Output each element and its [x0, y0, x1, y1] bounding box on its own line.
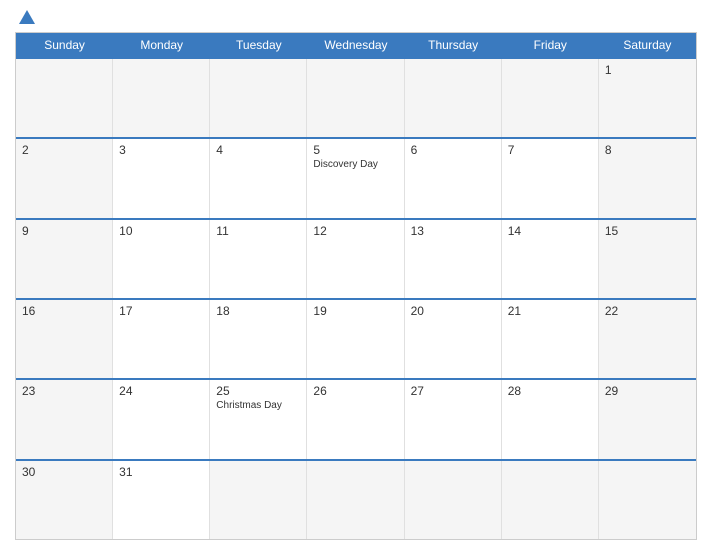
logo: [15, 10, 35, 24]
calendar-cell: 23: [16, 380, 113, 458]
calendar-body: 12345Discovery Day6789101112131415161718…: [16, 57, 696, 539]
calendar-cell: 31: [113, 461, 210, 539]
calendar-cell: 30: [16, 461, 113, 539]
calendar-cell: 26: [307, 380, 404, 458]
calendar-cell: [16, 59, 113, 137]
calendar: SundayMondayTuesdayWednesdayThursdayFrid…: [15, 32, 697, 540]
day-number: 9: [22, 224, 106, 238]
calendar-cell: 9: [16, 220, 113, 298]
header-day-sunday: Sunday: [16, 33, 113, 57]
calendar-cell: [113, 59, 210, 137]
page: SundayMondayTuesdayWednesdayThursdayFrid…: [0, 0, 712, 550]
calendar-cell: 17: [113, 300, 210, 378]
day-number: 13: [411, 224, 495, 238]
day-number: 30: [22, 465, 106, 479]
calendar-cell: 8: [599, 139, 696, 217]
calendar-week-4: 16 17 18 19 20 21 22: [16, 298, 696, 378]
day-number: 20: [411, 304, 495, 318]
day-number: 12: [313, 224, 397, 238]
calendar-cell: 1: [599, 59, 696, 137]
calendar-cell: [405, 461, 502, 539]
calendar-cell: 27: [405, 380, 502, 458]
day-number: 19: [313, 304, 397, 318]
day-number: 17: [119, 304, 203, 318]
calendar-cell: 14: [502, 220, 599, 298]
day-number: 27: [411, 384, 495, 398]
holiday-label: Discovery Day: [313, 159, 397, 170]
calendar-week-2: 2345 Discovery Day 678: [16, 137, 696, 217]
day-number: 8: [605, 143, 690, 157]
calendar-cell: 13: [405, 220, 502, 298]
day-number: 10: [119, 224, 203, 238]
calendar-cell: 19: [307, 300, 404, 378]
day-number: 21: [508, 304, 592, 318]
header-day-tuesday: Tuesday: [210, 33, 307, 57]
calendar-cell: [210, 59, 307, 137]
day-number: 29: [605, 384, 690, 398]
day-number: 14: [508, 224, 592, 238]
day-number: 4: [216, 143, 300, 157]
calendar-cell: 6: [405, 139, 502, 217]
logo-blue: [15, 10, 35, 24]
calendar-cell: 12: [307, 220, 404, 298]
calendar-week-3: 9 10 11 12 13 14 15: [16, 218, 696, 298]
calendar-cell: 20: [405, 300, 502, 378]
day-number: 28: [508, 384, 592, 398]
day-number: 11: [216, 224, 300, 238]
logo-triangle-icon: [19, 10, 35, 24]
calendar-cell: 5 Discovery Day: [307, 139, 404, 217]
calendar-cell: 10: [113, 220, 210, 298]
calendar-cell: 18: [210, 300, 307, 378]
day-number: 24: [119, 384, 203, 398]
day-number: 22: [605, 304, 690, 318]
day-number: 23: [22, 384, 106, 398]
calendar-cell: [599, 461, 696, 539]
calendar-cell: 29: [599, 380, 696, 458]
calendar-header: SundayMondayTuesdayWednesdayThursdayFrid…: [16, 33, 696, 57]
calendar-cell: 16: [16, 300, 113, 378]
calendar-week-5: 23 24 25 Christmas Day 26 27 28 29: [16, 378, 696, 458]
calendar-cell: [307, 461, 404, 539]
calendar-cell: 7: [502, 139, 599, 217]
header-day-thursday: Thursday: [405, 33, 502, 57]
calendar-cell: 28: [502, 380, 599, 458]
calendar-cell: [210, 461, 307, 539]
day-number: 16: [22, 304, 106, 318]
calendar-cell: 2: [16, 139, 113, 217]
calendar-cell: 21: [502, 300, 599, 378]
day-number: 15: [605, 224, 690, 238]
day-number: 5: [313, 143, 397, 157]
header-day-wednesday: Wednesday: [307, 33, 404, 57]
day-number: 25: [216, 384, 300, 398]
holiday-label: Christmas Day: [216, 400, 300, 411]
calendar-cell: 24: [113, 380, 210, 458]
calendar-cell: 11: [210, 220, 307, 298]
day-number: 3: [119, 143, 203, 157]
calendar-cell: [405, 59, 502, 137]
day-number: 1: [605, 63, 690, 77]
header-day-saturday: Saturday: [599, 33, 696, 57]
day-number: 7: [508, 143, 592, 157]
calendar-cell: 22: [599, 300, 696, 378]
day-number: 2: [22, 143, 106, 157]
calendar-week-1: 1: [16, 57, 696, 137]
day-number: 18: [216, 304, 300, 318]
day-number: 26: [313, 384, 397, 398]
calendar-cell: [502, 59, 599, 137]
calendar-week-6: 30 31: [16, 459, 696, 539]
calendar-cell: [502, 461, 599, 539]
day-number: 31: [119, 465, 203, 479]
calendar-cell: [307, 59, 404, 137]
header-day-monday: Monday: [113, 33, 210, 57]
calendar-cell: 25 Christmas Day: [210, 380, 307, 458]
header: [15, 10, 697, 24]
calendar-cell: 3: [113, 139, 210, 217]
header-day-friday: Friday: [502, 33, 599, 57]
calendar-cell: 15: [599, 220, 696, 298]
calendar-cell: 4: [210, 139, 307, 217]
day-number: 6: [411, 143, 495, 157]
